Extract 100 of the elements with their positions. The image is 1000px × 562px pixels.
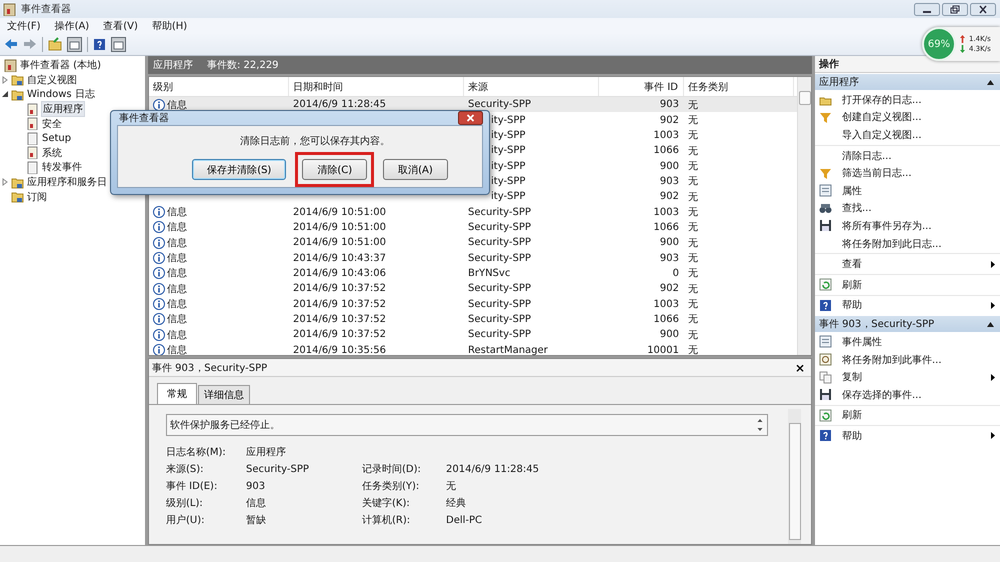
help-icon (819, 429, 832, 442)
funnel-icon (819, 110, 832, 124)
table-row[interactable]: 信息 2014/6/9 10:43:37 Security-SPP 903 无 (149, 250, 797, 266)
tree-item[interactable]: Windows 日志 (26, 87, 96, 102)
help-icon[interactable] (93, 38, 106, 50)
field-label: 计算机(R): (362, 515, 412, 527)
action-item[interactable]: 创建自定义视图... (815, 108, 1000, 126)
source-text: Security-SPP (468, 283, 531, 294)
task-category: 无 (688, 282, 698, 296)
column-header[interactable]: 级别 (149, 77, 289, 96)
expand-arrow-icon[interactable] (1, 76, 9, 84)
submenu-arrow-icon (991, 374, 995, 381)
event-id: 0 (672, 268, 679, 279)
collapse-icon[interactable] (987, 80, 994, 84)
table-row[interactable]: 信息 2014/6/9 10:37:52 Security-SPP 1066 无 (149, 312, 797, 328)
action-item[interactable]: 帮助 (815, 296, 1000, 314)
source-text: Security-SPP (468, 252, 531, 264)
action-item[interactable]: 刷新 (815, 406, 1000, 424)
action-item[interactable]: 筛选当前日志... (815, 164, 1000, 182)
menu-item[interactable]: 操作(A) (54, 18, 90, 32)
tree-item[interactable]: 事件查看器 (本地) (19, 58, 102, 72)
event-id: 1066 (654, 314, 679, 325)
event-id: 902 (660, 114, 679, 126)
dialog-button[interactable]: 清除(C) (302, 159, 368, 180)
action-item[interactable]: 属性 (815, 182, 1000, 200)
log-icon (26, 102, 39, 116)
tree-item[interactable]: 自定义视图 (26, 72, 78, 87)
info-icon (153, 328, 165, 341)
action-item[interactable]: 查找... (815, 200, 1000, 218)
level-text: 信息 (167, 98, 187, 112)
action-item[interactable]: 事件属性 (815, 333, 1000, 351)
action-item[interactable]: 将任务附加到此日志... (815, 234, 1000, 252)
tree-item[interactable]: 转发事件 (41, 160, 83, 174)
tab[interactable]: 详细信息 (198, 385, 250, 404)
action-item[interactable]: 复制 (815, 368, 1000, 386)
usage-meter: 69% (922, 27, 956, 61)
tree-item[interactable]: 应用程序和服务日 (26, 175, 108, 190)
source-text: Security-SPP (468, 314, 531, 325)
table-row[interactable]: 信息 2014/6/9 10:51:00 Security-SPP 900 无 (149, 235, 797, 250)
level-text: 信息 (167, 206, 187, 220)
close-icon[interactable] (970, 2, 996, 16)
table-row[interactable]: 信息 2014/6/9 10:43:06 BrYNSvc 0 无 (149, 266, 797, 282)
action-item[interactable]: 将所有事件另存为... (815, 217, 1000, 235)
folder-icon (11, 73, 24, 86)
action-item[interactable]: 清除日志... (815, 146, 1000, 164)
minimize-icon[interactable] (914, 2, 940, 16)
section-header[interactable]: 事件 903，Security-SPP (815, 316, 1000, 332)
table-row[interactable]: 信息 2014/6/9 10:37:52 Security-SPP 1003 无 (149, 296, 797, 312)
panel-icon[interactable] (67, 36, 82, 52)
table-row[interactable]: 信息 2014/6/9 11:28:45 Security-SPP 903 无 (149, 97, 797, 112)
table-row[interactable]: 信息 2014/6/9 10:37:52 Security-SPP 900 无 (149, 327, 797, 342)
task-category: 无 (688, 160, 698, 174)
action-item[interactable]: 打开保存的日志... (815, 91, 1000, 109)
table-row[interactable]: 信息 2014/6/9 10:35:56 RestartManager 10001 无 (149, 342, 797, 355)
menu-item[interactable]: 查看(V) (103, 18, 138, 32)
column-header[interactable]: 事件 ID (599, 77, 684, 96)
action-item[interactable]: 刷新 (815, 276, 1000, 294)
event-id: 1066 (654, 222, 679, 233)
task-category: 无 (688, 252, 698, 266)
restore-icon[interactable] (942, 2, 968, 16)
dialog-button[interactable]: 保存并清除(S) (192, 159, 286, 180)
close-icon[interactable] (458, 111, 483, 125)
table-row[interactable]: 信息 2014/6/9 10:51:00 Security-SPP 1003 无 (149, 204, 797, 220)
tree-item[interactable]: 应用程序 (41, 101, 85, 118)
dialog-message: 清除日志前，您可以保存其内容。 (240, 134, 390, 148)
source-text: ity-SPP (491, 130, 526, 141)
tree-item[interactable]: 系统 (41, 146, 63, 160)
expand-arrow-icon[interactable] (1, 178, 9, 186)
section-header[interactable]: 应用程序 (815, 74, 1000, 90)
collapse-arrow-icon[interactable] (1, 90, 9, 98)
folder-icon[interactable] (48, 37, 62, 51)
help-icon (819, 298, 832, 312)
column-header[interactable]: 任务类别 (684, 77, 794, 96)
column-header[interactable]: 来源 (464, 77, 599, 96)
date-text: 2014/6/9 10:37:52 (293, 314, 386, 325)
close-button[interactable]: × (794, 360, 805, 374)
task-category: 无 (688, 190, 698, 204)
menu-item[interactable]: 帮助(H) (152, 18, 188, 32)
table-row[interactable]: 信息 2014/6/9 10:37:52 Security-SPP 902 无 (149, 281, 797, 296)
dialog-button[interactable]: 取消(A) (383, 159, 448, 180)
back-icon[interactable] (4, 38, 18, 50)
action-item[interactable]: 导入自定义视图... (815, 126, 1000, 144)
table-row[interactable]: 信息 2014/6/9 10:51:00 Security-SPP 1066 无 (149, 220, 797, 236)
action-item[interactable]: 查看 (815, 255, 1000, 273)
level-text: 信息 (167, 252, 187, 266)
menu-item[interactable]: 文件(F) (7, 18, 41, 32)
tab[interactable]: 常规 (157, 383, 197, 404)
panel-icon[interactable] (111, 36, 126, 52)
tree-item[interactable]: 订阅 (26, 190, 48, 204)
action-item[interactable]: 将任务附加到此事件... (815, 350, 1000, 368)
collapse-icon[interactable] (987, 322, 994, 327)
up-arrow-icon (960, 35, 965, 43)
tree-item[interactable]: 安全 (41, 116, 63, 131)
folder-icon (11, 190, 24, 204)
action-item[interactable]: 帮助 (815, 427, 1000, 445)
submenu-arrow-icon (991, 260, 995, 268)
column-header[interactable]: 日期和时间 (289, 77, 464, 96)
action-item[interactable]: 保存选择的事件... (815, 386, 1000, 404)
tree-item[interactable]: Setup (41, 132, 72, 144)
viewer-icon (3, 2, 16, 16)
